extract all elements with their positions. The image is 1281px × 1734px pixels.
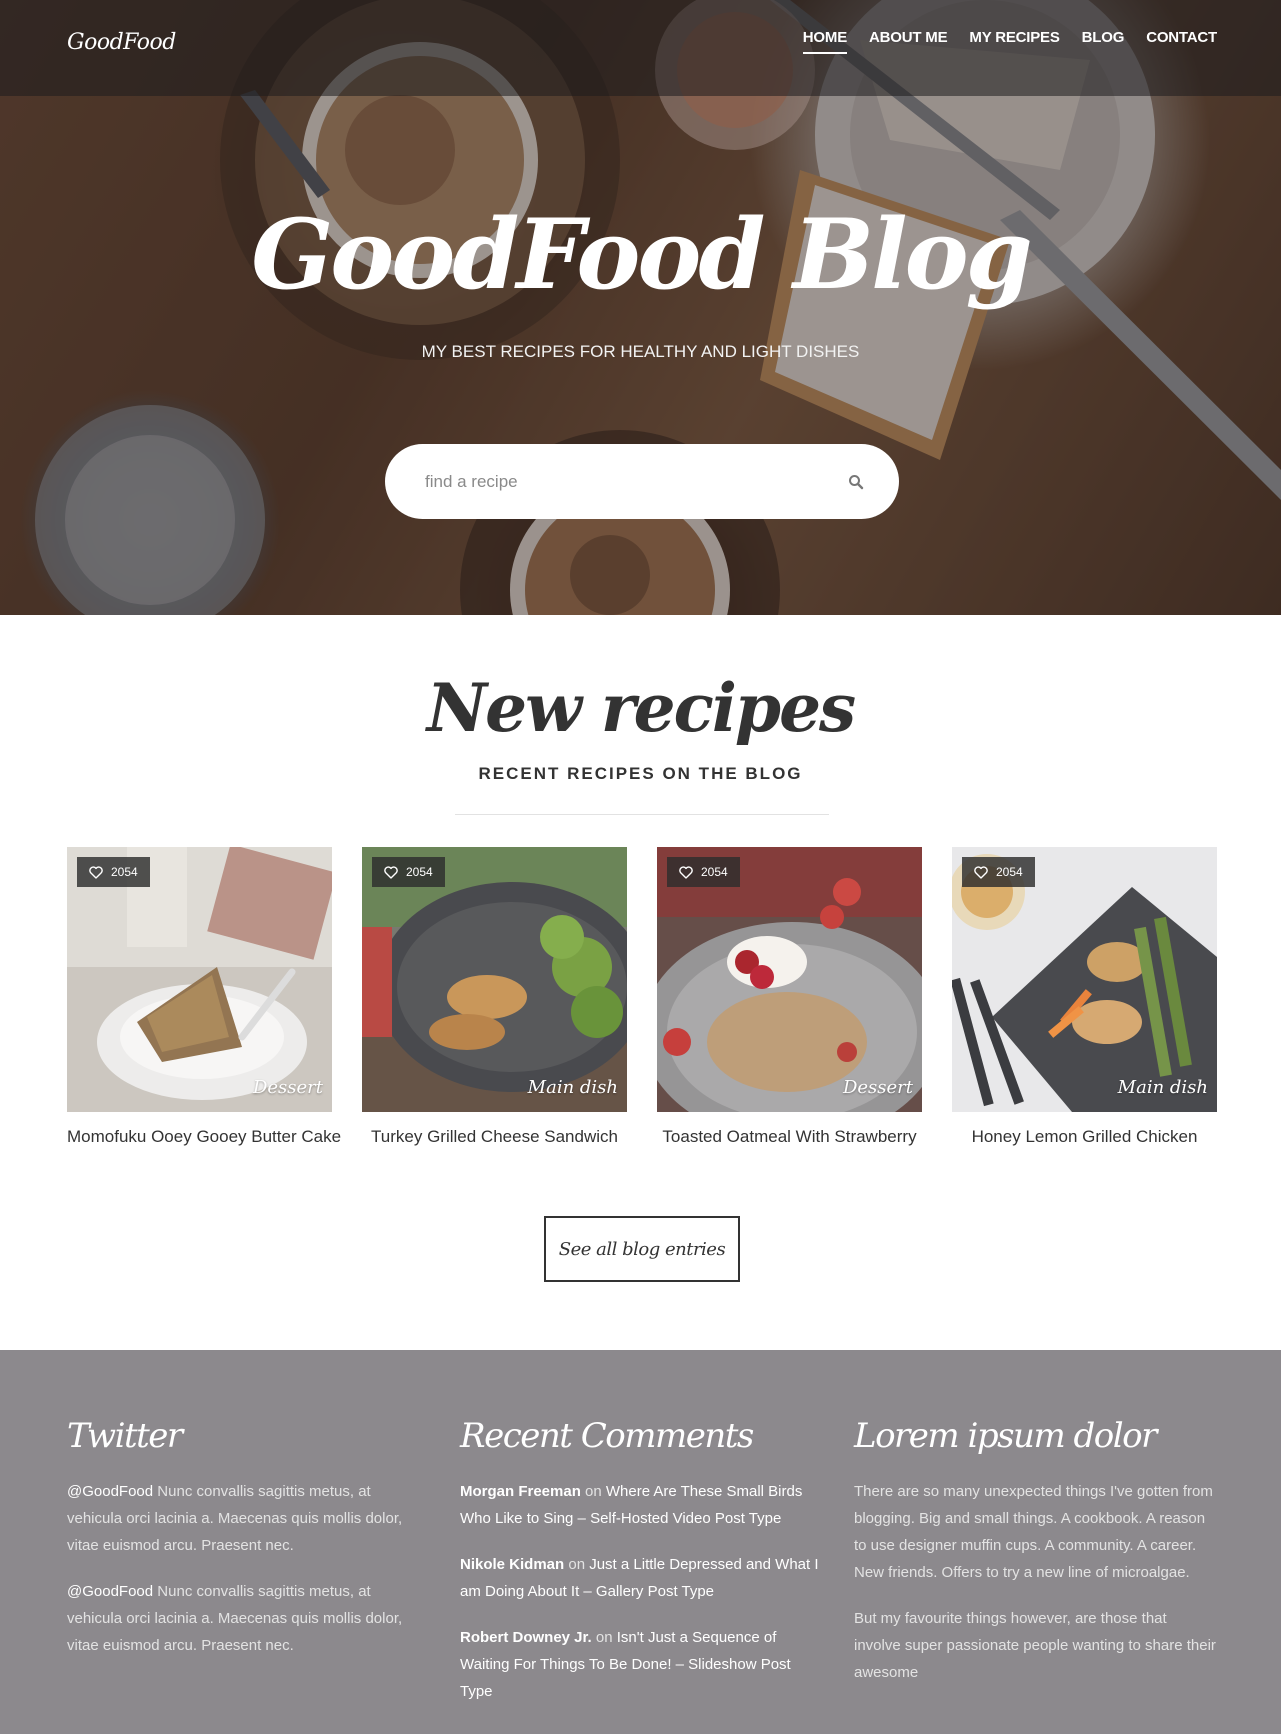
recipe-title[interactable]: Turkey Grilled Cheese Sandwich [362, 1127, 627, 1147]
about-widget-title: Lorem ipsum dolor [854, 1416, 1157, 1456]
section-divider [455, 814, 829, 815]
main-navigation: HOME ABOUT ME MY RECIPES BLOG CONTACT [802, 29, 1217, 54]
likes-badge[interactable]: 2054 [372, 857, 445, 887]
likes-badge[interactable]: 2054 [962, 857, 1035, 887]
nav-contact[interactable]: CONTACT [1146, 29, 1217, 54]
recipe-image-turkey-sandwich[interactable]: 2054 Main dish [362, 847, 627, 1112]
likes-badge[interactable]: 2054 [77, 857, 150, 887]
recipe-card[interactable]: 2054 Dessert Toasted Oatmeal With Strawb… [657, 847, 922, 1147]
hero-subtitle: MY BEST RECIPES FOR HEALTHY AND LIGHT DI… [421, 342, 860, 361]
footer-recent-comments-widget: Recent Comments Morgan Freeman on Where … [460, 1414, 822, 1724]
comment-item: Robert Downey Jr. on Isn't Just a Sequen… [460, 1624, 822, 1705]
tweet-handle-link[interactable]: @GoodFood [67, 1483, 153, 1500]
recipe-title[interactable]: Toasted Oatmeal With Strawberry [657, 1127, 922, 1147]
recipe-title[interactable]: Honey Lemon Grilled Chicken [952, 1127, 1217, 1147]
recipe-title[interactable]: Momofuku Ooey Gooey Butter Cake [67, 1127, 341, 1147]
heart-icon [679, 865, 693, 879]
nav-my-recipes[interactable]: MY RECIPES [969, 29, 1059, 54]
recipe-card[interactable]: 2054 Main dish Turkey Grilled Cheese San… [362, 847, 627, 1147]
recipe-search-input[interactable] [425, 471, 845, 492]
recipe-card[interactable]: 2054 Dessert Momofuku Ooey Gooey Butter … [67, 847, 341, 1147]
nav-blog[interactable]: BLOG [1082, 29, 1125, 54]
likes-count: 2054 [996, 865, 1023, 879]
heart-icon [384, 865, 398, 879]
site-logo[interactable]: GoodFood [67, 30, 176, 55]
likes-count: 2054 [701, 865, 728, 879]
nav-home[interactable]: HOME [802, 29, 847, 54]
recipe-category: Main dish [1117, 1077, 1208, 1098]
recipe-image-butter-cake[interactable]: 2054 Dessert [67, 847, 332, 1112]
recipe-category: Dessert [252, 1077, 323, 1098]
new-recipes-subtitle: RECENT RECIPES ON THE BLOG [478, 764, 803, 783]
about-paragraph: There are so many unexpected things I've… [854, 1483, 1213, 1581]
see-all-blog-entries-button[interactable]: See all blog entries [544, 1216, 740, 1282]
tweet-handle-link[interactable]: @GoodFood [67, 1583, 153, 1600]
search-icon[interactable] [845, 471, 867, 493]
comment-author: Robert Downey Jr. [460, 1629, 592, 1646]
recipe-image-grilled-chicken[interactable]: 2054 Main dish [952, 847, 1217, 1112]
recipe-image-toasted-oatmeal[interactable]: 2054 Dessert [657, 847, 922, 1112]
nav-about-me[interactable]: ABOUT ME [869, 29, 948, 54]
likes-count: 2054 [406, 865, 433, 879]
hero-section: GoodFood HOME ABOUT ME MY RECIPES BLOG C… [0, 0, 1281, 615]
tweet: @GoodFood Nunc convallis sagittis metus,… [67, 1478, 429, 1559]
tweet: @GoodFood Nunc convallis sagittis metus,… [67, 1578, 429, 1659]
about-paragraph: But my favourite things however, are tho… [854, 1610, 1216, 1681]
heart-icon [974, 865, 988, 879]
footer-twitter-widget: Twitter @GoodFood Nunc convallis sagitti… [67, 1414, 429, 1678]
twitter-widget-title: Twitter [67, 1416, 183, 1456]
comment-connector: on [595, 1629, 613, 1646]
likes-count: 2054 [111, 865, 138, 879]
likes-badge[interactable]: 2054 [667, 857, 740, 887]
comment-connector: on [568, 1556, 586, 1573]
recent-comments-title: Recent Comments [460, 1416, 754, 1456]
recipe-card[interactable]: 2054 Main dish Honey Lemon Grilled Chick… [952, 847, 1217, 1147]
recipe-category: Dessert [842, 1077, 913, 1098]
recipe-card-grid: 2054 Dessert Momofuku Ooey Gooey Butter … [67, 847, 1217, 1147]
comment-author: Morgan Freeman [460, 1483, 581, 1500]
site-footer: Twitter @GoodFood Nunc convallis sagitti… [0, 1350, 1281, 1734]
new-recipes-title: New recipes [426, 669, 856, 747]
recipe-category: Main dish [527, 1077, 618, 1098]
hero-title: GoodFood Blog [251, 198, 1032, 311]
comment-item: Nikole Kidman on Just a Little Depressed… [460, 1551, 822, 1605]
heart-icon [89, 865, 103, 879]
comment-item: Morgan Freeman on Where Are These Small … [460, 1478, 822, 1532]
comment-connector: on [585, 1483, 602, 1500]
recipe-search-bar [385, 444, 899, 519]
comment-author: Nikole Kidman [460, 1556, 565, 1573]
footer-about-widget: Lorem ipsum dolor There are so many unex… [854, 1414, 1216, 1705]
